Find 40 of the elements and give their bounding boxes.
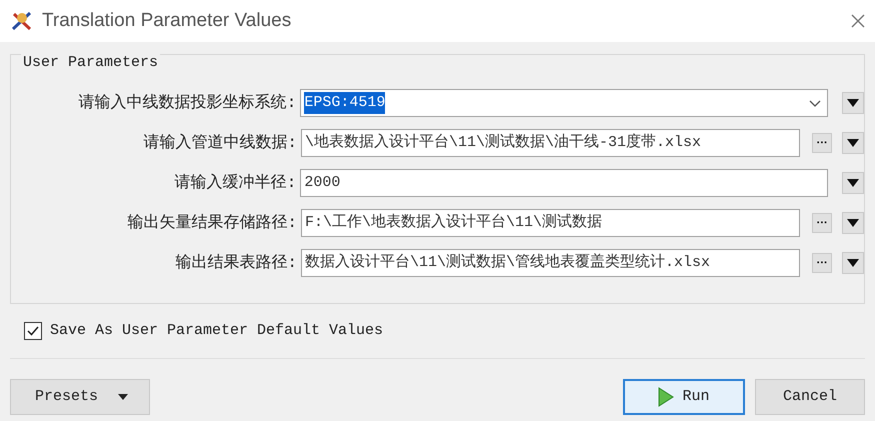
checkbox[interactable] — [24, 322, 42, 340]
field-value: F:\工作\地表数据入设计平台\11\测试数据 — [304, 212, 602, 233]
browse-button[interactable]: ··· — [812, 133, 832, 153]
triangle-down-icon — [847, 99, 859, 107]
field-value: \地表数据入设计平台\11\测试数据\油干线-31度带.xlsx — [304, 132, 701, 153]
parameter-label: 输出矢量结果存储路径: — [126, 212, 298, 234]
chevron-down-icon — [809, 100, 821, 106]
caret-icon — [118, 394, 128, 400]
play-icon — [658, 387, 674, 407]
menu-button[interactable] — [842, 252, 864, 274]
input-field[interactable]: 数据入设计平台\11\测试数据\管线地表覆盖类型统计.xlsx — [300, 249, 800, 277]
input-field[interactable]: 2000 — [300, 169, 828, 197]
field-value: 2000 — [304, 172, 340, 193]
combo-box[interactable]: EPSG:4519 — [300, 89, 828, 117]
browse-button[interactable]: ··· — [812, 213, 832, 233]
field-value: 数据入设计平台\11\测试数据\管线地表覆盖类型统计.xlsx — [304, 252, 710, 273]
triangle-down-icon — [847, 259, 860, 267]
menu-button[interactable] — [842, 212, 864, 234]
triangle-down-icon — [847, 219, 860, 227]
parameter-label: 输出结果表路径: — [174, 252, 298, 274]
menu-button[interactable] — [842, 92, 864, 114]
menu-button[interactable] — [842, 172, 864, 194]
triangle-down-icon — [847, 179, 859, 187]
menu-button[interactable] — [842, 132, 864, 154]
triangle-down-icon — [847, 139, 860, 147]
browse-button[interactable]: ··· — [812, 253, 832, 273]
cancel-button[interactable]: Cancel — [755, 379, 865, 415]
parameter-label: 请输入中线数据投影坐标系统: — [78, 92, 298, 114]
parameter-label: 请输入缓冲半径: — [174, 172, 298, 194]
checkbox-label: Save As User Parameter Default Values — [50, 320, 384, 341]
checkmark-icon — [27, 326, 39, 336]
close-icon[interactable] — [851, 14, 865, 28]
input-field[interactable]: F:\工作\地表数据入设计平台\11\测试数据 — [300, 209, 800, 237]
app-icon — [10, 9, 34, 33]
run-button[interactable]: Run — [623, 379, 745, 415]
field-value: EPSG:4519 — [304, 92, 386, 114]
input-field[interactable]: \地表数据入设计平台\11\测试数据\油干线-31度带.xlsx — [300, 129, 800, 157]
parameter-label: 请输入管道中线数据: — [142, 132, 298, 154]
presets-button[interactable]: Presets — [10, 379, 150, 415]
window-title: Translation Parameter Values — [42, 8, 292, 33]
